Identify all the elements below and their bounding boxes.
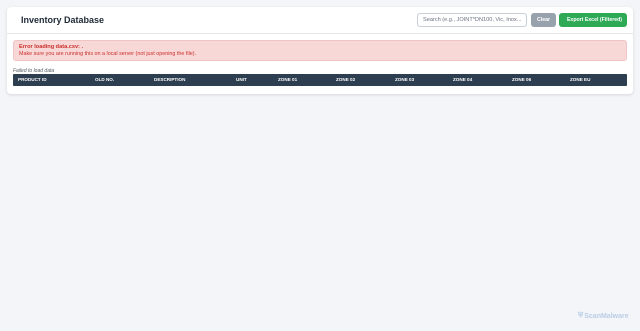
column-header-zone-eu[interactable]: ZONE EU [570,74,590,86]
export-excel-label: Export Excel (Filtered) [566,17,623,23]
clear-button[interactable]: Clear [531,13,556,27]
column-header-zone-01[interactable]: ZONE 01 [278,74,297,86]
column-header-zone-02[interactable]: ZONE 02 [336,74,355,86]
watermark-text: ScanMalware [584,312,629,320]
header-divider [7,33,633,34]
column-header-zone-04[interactable]: ZONE 04 [453,74,472,86]
column-header-zone-03[interactable]: ZONE 03 [395,74,414,86]
page-title: Inventory Database [13,15,104,25]
page-title-text: Inventory Database [21,15,105,25]
scanmalware-watermark: ⛨ ScanMalware [578,312,629,320]
error-alert: Error loading data.csv: . Make sure you … [13,40,627,61]
column-header-product-id[interactable]: PRODUCT ID [18,74,47,86]
inventory-table-header: PRODUCT ID OLD NO. DESCRIPTION UNIT ZONE… [13,74,627,86]
shield-icon: ⛨ [578,312,584,319]
column-header-zone-06[interactable]: ZONE 06 [512,74,531,86]
column-header-unit[interactable]: UNIT [236,74,247,86]
header-bar: Inventory Database Clear Export Excel (F… [7,7,633,33]
error-message: Make sure you are running this on a loca… [19,50,197,57]
column-header-old-no[interactable]: OLD NO. [95,74,114,86]
export-excel-button[interactable]: Export Excel (Filtered) [559,13,627,27]
main-panel: Inventory Database Clear Export Excel (F… [7,7,633,94]
search-input[interactable] [417,13,527,27]
column-header-description[interactable]: DESCRIPTION [154,74,185,86]
